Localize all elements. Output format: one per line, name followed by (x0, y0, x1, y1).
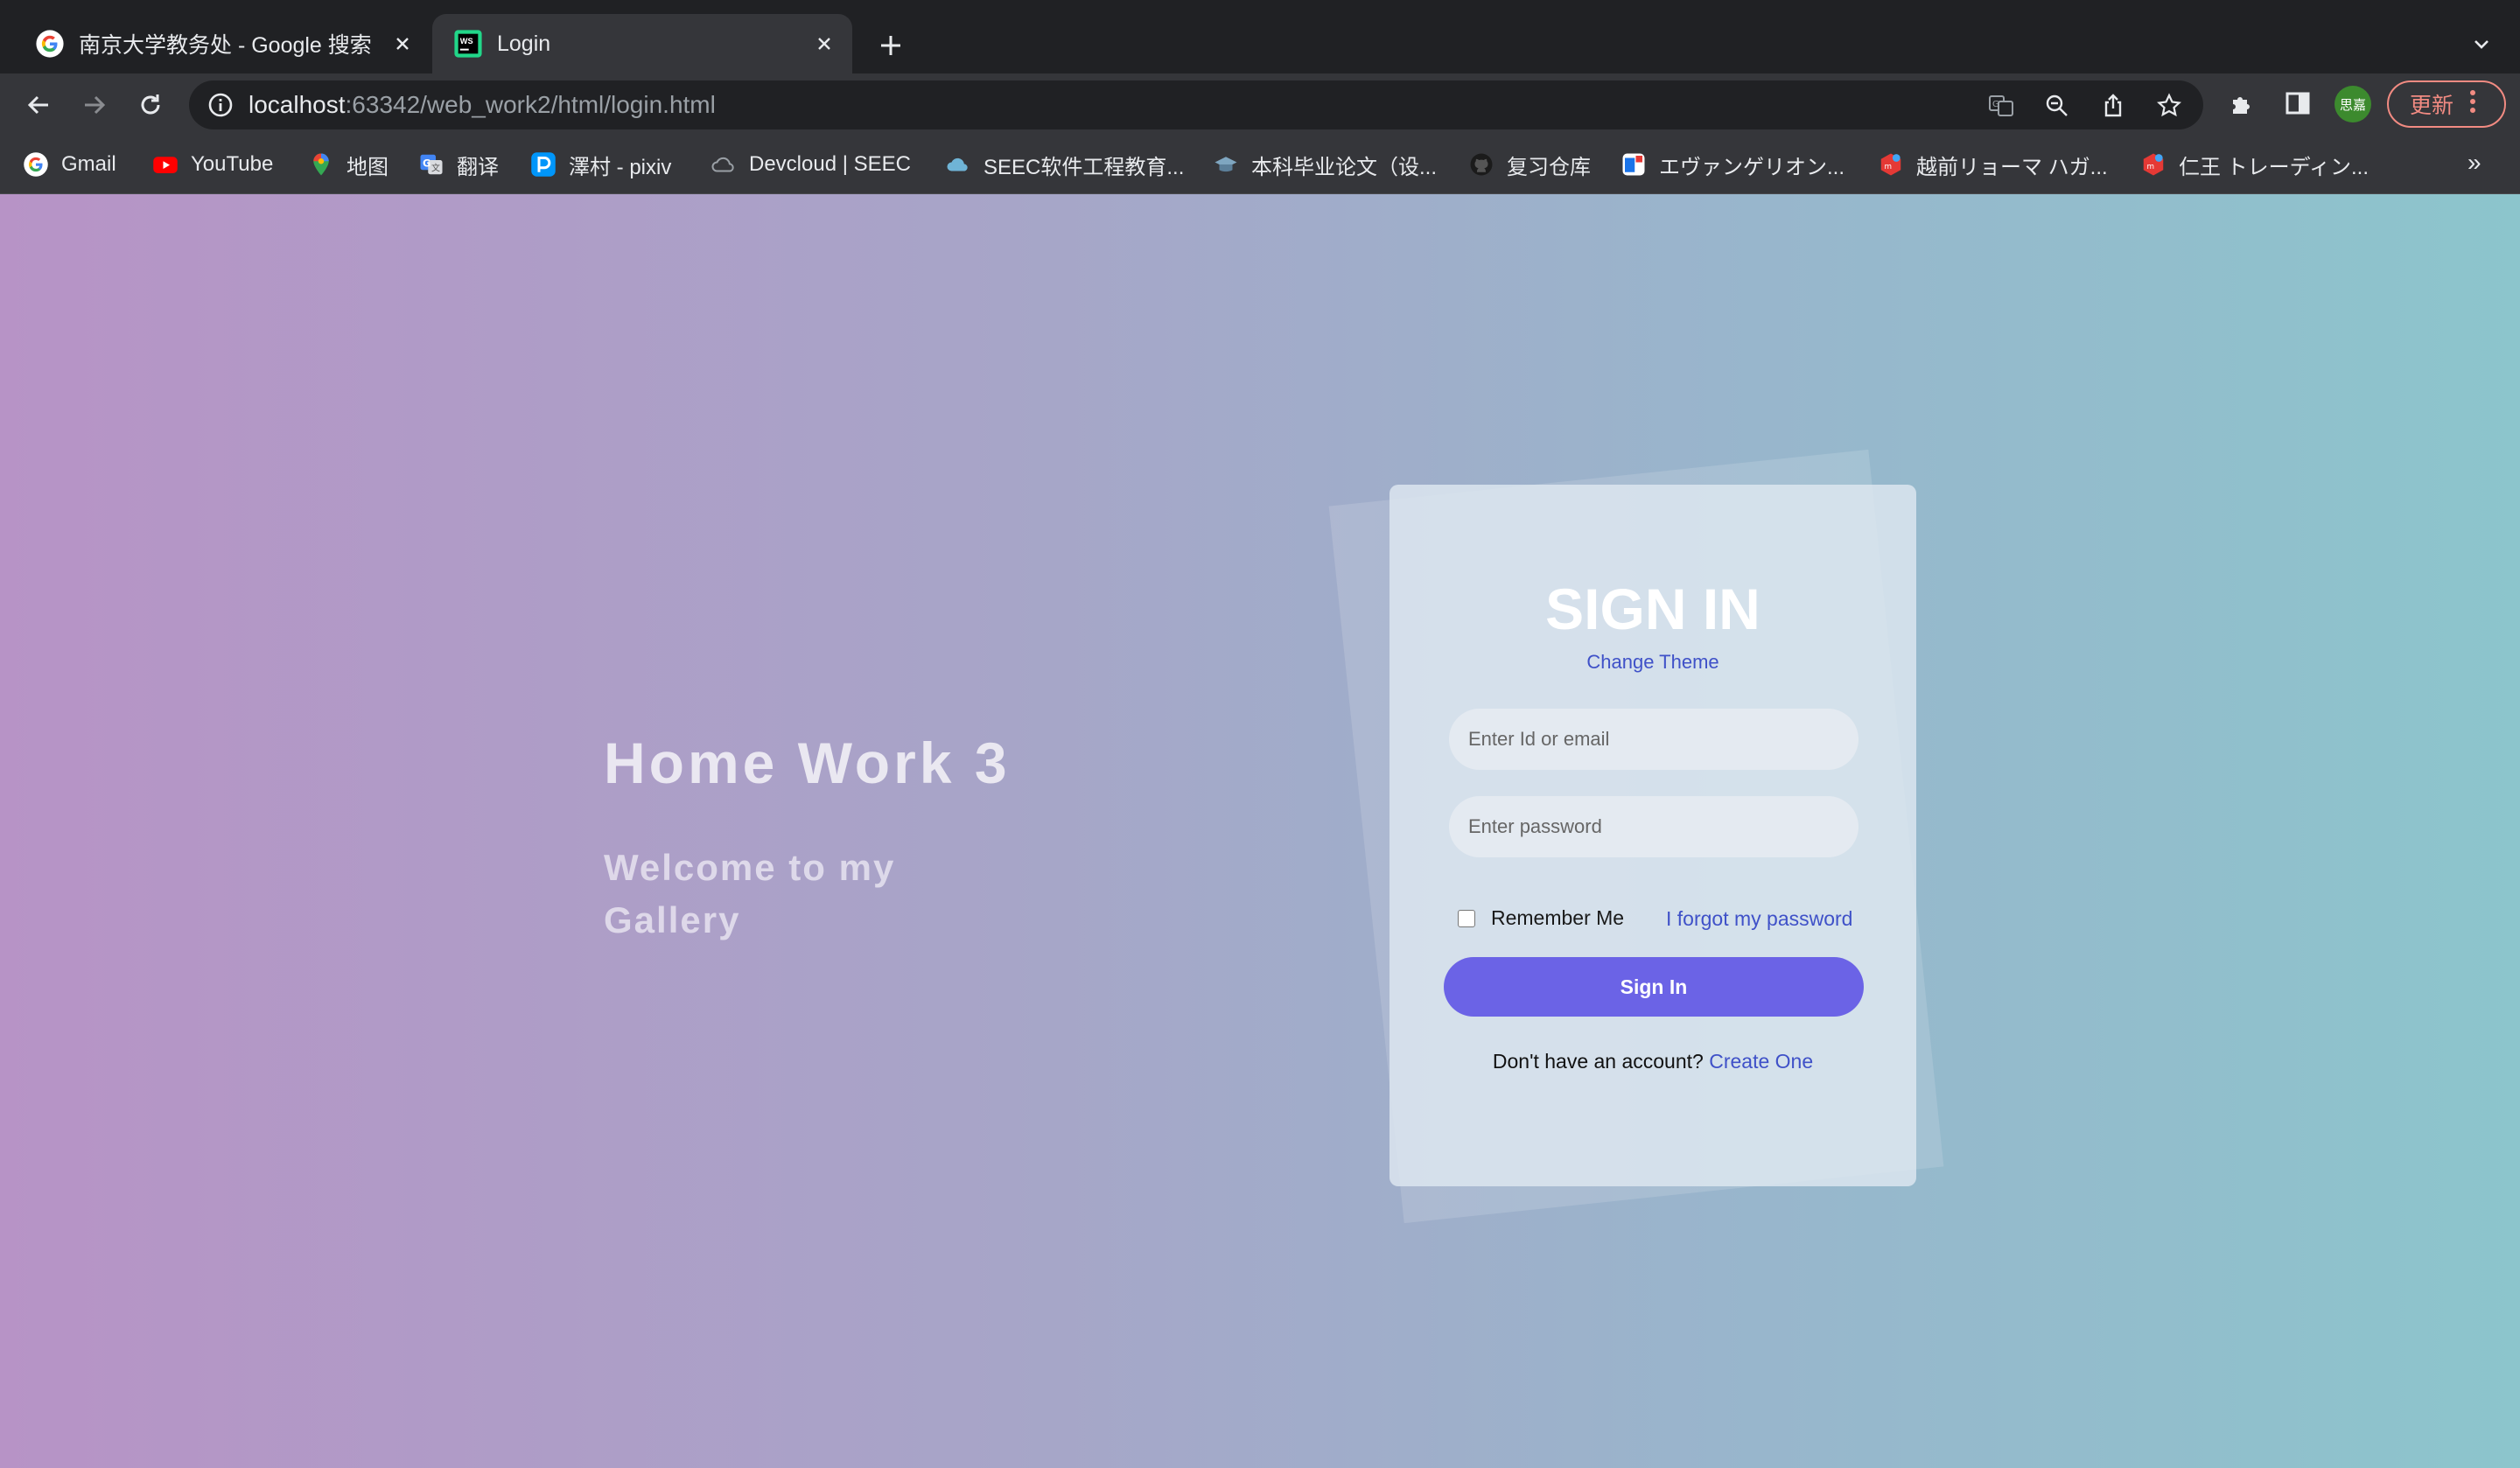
webstorm-icon: WS (454, 30, 482, 58)
bookmark-label: 复习仓库 (1507, 155, 1591, 179)
bookmarks-bar: Gmail YouTube 地图 G文 翻译 澤村 - pixiv Devclo… (0, 135, 2520, 194)
github-icon (1470, 153, 1493, 176)
bookmark-label: Devcloud | SEEC (749, 152, 911, 176)
info-icon[interactable] (206, 91, 234, 119)
bookmark-devcloud[interactable]: Devcloud | SEEC (710, 147, 911, 182)
google-icon (36, 30, 64, 58)
password-input[interactable] (1449, 796, 1858, 857)
bookmark-label: 仁王 トレーディン... (2179, 155, 2369, 179)
new-tab-icon[interactable] (873, 28, 908, 63)
login-title: SIGN IN (1545, 577, 1760, 641)
close-tab-icon[interactable] (812, 31, 836, 56)
update-button[interactable]: 更新 (2387, 80, 2506, 128)
tab-google-search[interactable]: 南京大学教务处 - Google 搜索 (24, 14, 430, 73)
cloud-icon (947, 157, 968, 171)
chevron-down-icon[interactable] (2466, 28, 2497, 59)
forward-arrow-icon[interactable] (77, 87, 112, 122)
sign-in-button[interactable]: Sign In (1444, 957, 1864, 1017)
remember-me-label: Remember Me (1491, 906, 1625, 929)
bookmark-seec[interactable]: SEEC软件工程教育... (945, 147, 1184, 182)
bookmark-translate[interactable]: G文 翻译 (418, 147, 499, 182)
hero-title: Home Work 3 (604, 731, 1011, 795)
bookmark-evangelion[interactable]: エヴァンゲリオン... (1620, 147, 1844, 182)
id-email-input[interactable] (1449, 709, 1858, 770)
bookmark-ryoma[interactable]: m 越前リョーマ ハガ... (1878, 147, 2108, 182)
bookmark-label: 本科毕业论文（设... (1251, 155, 1438, 179)
bookmark-maps[interactable]: 地图 (308, 147, 388, 182)
bookmark-label: 澤村 - pixiv (569, 155, 672, 179)
close-tab-icon[interactable] (390, 31, 415, 56)
bookmark-nioh[interactable]: m 仁王 トレーディン... (2140, 147, 2369, 182)
bookmark-label: 地图 (346, 155, 388, 179)
forgot-password-link[interactable]: I forgot my password (1666, 907, 1852, 931)
tab-title: Login (497, 31, 551, 56)
bookmark-gmail[interactable]: Gmail (23, 147, 116, 182)
cloud-icon (711, 157, 734, 172)
tab-login[interactable]: WS Login (432, 14, 852, 73)
svg-text:m: m (1885, 163, 1893, 171)
login-page: Home Work 3 Welcome to my Gallery SIGN I… (0, 194, 2520, 1468)
reload-icon[interactable] (133, 87, 168, 122)
bookmark-label: YouTube (191, 152, 274, 176)
change-theme-link[interactable]: Change Theme (1390, 651, 1916, 674)
pixiv-icon (531, 152, 556, 177)
bookmark-label: 翻译 (457, 155, 499, 179)
bookmark-label: 越前リョーマ ハガ... (1916, 155, 2108, 179)
google-icon (24, 152, 48, 177)
graduation-icon (1214, 157, 1237, 172)
login-card: SIGN IN Change Theme Remember Me I forgo… (1390, 485, 1916, 1186)
zoom-out-icon[interactable] (2042, 91, 2072, 121)
address-bar[interactable]: localhost:63342/web_work2/html/login.htm… (189, 80, 2203, 129)
bookmark-github[interactable]: 复习仓库 (1468, 147, 1591, 182)
create-account-link[interactable]: Create One (1709, 1050, 1813, 1073)
more-vert-icon[interactable] (2469, 89, 2476, 120)
game-icon: m (2143, 153, 2164, 176)
hero-subtitle: Welcome to my Gallery (604, 847, 896, 940)
svg-text:G: G (1992, 100, 1999, 109)
no-account-text: Don't have an account? (1492, 1050, 1704, 1073)
extensions-icon[interactable] (2226, 87, 2258, 119)
toolbar: localhost:63342/web_work2/html/login.htm… (0, 73, 2520, 135)
svg-text:G: G (423, 158, 430, 170)
tab-title: 南京大学教务处 - Google 搜索 (79, 33, 372, 58)
update-label: 更新 (2410, 94, 2454, 118)
translate-icon: G文 (420, 154, 443, 175)
remember-me[interactable]: Remember Me (1458, 906, 1624, 930)
side-panel-icon[interactable] (2282, 87, 2314, 119)
bilibili-icon (1622, 153, 1645, 176)
bookmark-label: Gmail (61, 152, 116, 176)
remember-me-checkbox[interactable] (1458, 909, 1475, 927)
svg-text:m: m (2147, 163, 2155, 171)
bookmark-label: エヴァンゲリオン... (1659, 155, 1845, 179)
svg-text:文: 文 (431, 163, 440, 174)
back-arrow-icon[interactable] (21, 87, 56, 122)
maps-icon (313, 153, 329, 176)
youtube-icon (153, 157, 178, 173)
bookmark-label: SEEC软件工程教育... (984, 155, 1185, 179)
svg-text:WS: WS (460, 37, 473, 45)
url-text[interactable]: localhost:63342/web_work2/html/login.htm… (248, 91, 716, 119)
tab-strip: 南京大学教务处 - Google 搜索 WS Login (0, 0, 2520, 73)
signup-prompt: Don't have an account? Create One (1390, 1050, 1916, 1073)
more-bookmarks-chevron[interactable]: » (2468, 149, 2482, 177)
bookmark-thesis[interactable]: 本科毕业论文（设... (1213, 147, 1437, 182)
profile-avatar[interactable]: 思嘉 (2334, 86, 2371, 122)
game-icon: m (1880, 153, 1901, 176)
bookmark-youtube[interactable]: YouTube (152, 147, 273, 182)
share-icon[interactable] (2098, 91, 2128, 121)
bookmark-pixiv[interactable]: 澤村 - pixiv (530, 147, 671, 182)
bookmark-star-icon[interactable] (2154, 91, 2184, 121)
translate-page-icon[interactable]: G (1986, 91, 2016, 121)
